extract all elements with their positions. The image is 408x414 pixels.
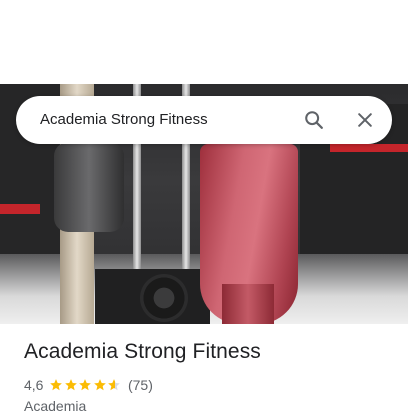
search-query-text[interactable]: Academia Strong Fitness <box>40 96 208 144</box>
star-rating <box>49 378 122 392</box>
search-button[interactable] <box>298 104 330 136</box>
search-bar[interactable]: Academia Strong Fitness <box>16 96 392 144</box>
red-pad-stem <box>222 284 274 324</box>
star-half-icon <box>108 379 121 391</box>
machine-pad <box>54 142 124 232</box>
rating-row[interactable]: 4,6 (75) <box>24 376 153 394</box>
place-category: Academia <box>24 398 87 414</box>
pulley-wheel <box>140 274 188 322</box>
top-blank-area <box>0 0 408 84</box>
background-red-bar-right <box>330 144 408 152</box>
close-icon <box>358 113 372 127</box>
review-count[interactable]: (75) <box>128 377 153 393</box>
close-button[interactable] <box>349 104 381 136</box>
rating-value: 4,6 <box>24 377 44 393</box>
star-full-icon <box>65 379 77 391</box>
star-full-icon <box>50 379 63 391</box>
place-title: Academia Strong Fitness <box>24 340 261 363</box>
background-red-bar <box>0 204 40 214</box>
star-full-icon <box>79 379 92 391</box>
search-icon <box>305 111 323 129</box>
star-full-icon <box>94 379 106 391</box>
